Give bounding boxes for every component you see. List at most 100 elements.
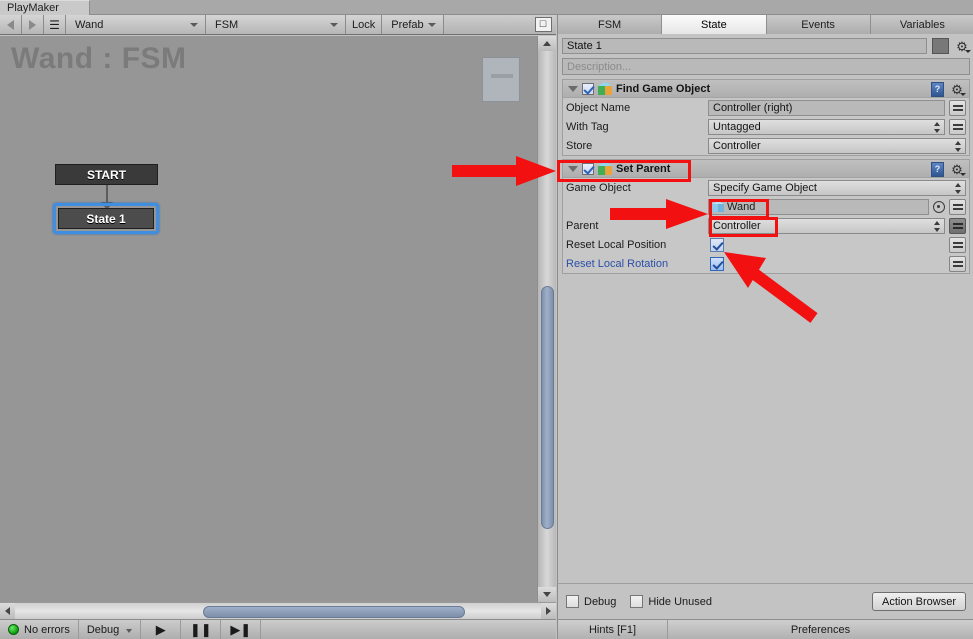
status-bar: No errors Debug ▶ ❚❚ ▶❚ [0,619,556,639]
chevron-down-icon [428,23,437,27]
tab-variables-label: Variables [899,18,945,31]
inspector-body: State 1 ⚙ Description... Find Game Objec… [558,34,973,601]
chevron-down-icon [543,592,551,597]
hints-button[interactable]: Hints [F1] [558,620,668,639]
updown-arrows-icon [933,220,940,232]
parent-dropdown[interactable]: Controller [708,217,945,234]
chevron-down-icon [960,93,966,96]
chevron-right-icon [546,607,551,615]
action-browser-button[interactable]: Action Browser [872,592,966,611]
tab-fsm-label: FSM [598,18,622,31]
hide-unused-checkbox-label: Hide Unused [648,595,713,608]
hide-unused-checkbox[interactable] [630,595,644,608]
chevron-down-icon [126,629,133,633]
variable-menu-button[interactable] [949,99,966,116]
action-row-game-object: Game Object Specify Game Object [563,178,969,197]
gear-icon[interactable]: ⚙ [949,161,966,177]
tab-state[interactable]: State [662,15,767,34]
game-object-dropdown[interactable]: Specify Game Object [708,179,966,196]
action-title: Find Game Object [616,82,711,95]
state-description-input[interactable]: Description... [562,58,970,75]
object-dropdown[interactable]: Wand [66,15,206,34]
action-enabled-checkbox[interactable] [582,162,594,175]
hide-unused-checkbox-group[interactable]: Hide Unused [630,595,712,608]
canvas-vertical-scrollbar[interactable] [537,36,556,602]
debug-checkbox[interactable] [566,595,579,608]
action-header[interactable]: Set Parent ? ⚙ [563,160,969,178]
scroll-up-button[interactable] [538,36,556,51]
foldout-triangle-icon[interactable] [568,165,578,172]
back-button[interactable] [0,15,22,34]
action-row-object-name: Object Name Controller (right) [563,98,969,117]
hamburger-menu-icon: ☰ [49,17,60,32]
game-object-reference-field[interactable]: Wand [708,198,929,215]
chevron-down-icon [960,173,966,176]
variable-menu-button[interactable] [949,255,966,272]
debug-checkbox-group[interactable]: Debug [566,595,616,608]
tab-events-label: Events [801,18,835,31]
help-book-icon[interactable]: ? [931,81,944,97]
inspector-tabs: FSM State Events Variables [558,15,973,34]
fsm-node-state1[interactable]: State 1 [58,208,154,229]
state-name-input[interactable]: State 1 [562,38,927,54]
reset-local-position-checkbox[interactable] [710,237,724,252]
window-layout-icon: ☐ [534,17,552,32]
main-menu-button[interactable]: ☰ [44,15,66,34]
updown-arrows-icon [954,182,961,194]
step-button[interactable]: ▶❚ [221,620,262,639]
chevron-down-icon [190,23,198,27]
gear-icon[interactable]: ⚙ [949,81,966,97]
with-tag-dropdown[interactable]: Untagged [708,118,945,135]
play-button[interactable]: ▶ [141,620,182,639]
lock-button-label: Lock [352,18,376,31]
fsm-node-state1-label: State 1 [86,211,126,226]
window-tab-label: PlayMaker [7,2,59,14]
variable-menu-button[interactable] [949,217,966,234]
action-header[interactable]: Find Game Object ? ⚙ [563,80,969,98]
forward-button[interactable] [22,15,44,34]
variable-menu-button[interactable] [949,198,966,215]
canvas-horizontal-scrollbar[interactable] [0,602,556,619]
state-name-row: State 1 ⚙ [562,38,971,54]
error-status[interactable]: No errors [0,620,79,639]
scroll-right-button[interactable] [541,603,556,619]
lock-button[interactable]: Lock [346,15,383,34]
minimap[interactable] [482,57,520,102]
fsm-graph-canvas[interactable]: Wand : FSM START State 1 [0,36,537,602]
row-label[interactable]: Reset Local Rotation [566,258,704,270]
scroll-down-button[interactable] [538,587,556,602]
preferences-button[interactable]: Preferences [668,620,973,639]
horizontal-scroll-thumb[interactable] [203,606,465,618]
pause-icon: ❚❚ [189,621,212,637]
state-color-swatch[interactable] [932,38,949,54]
object-picker-icon[interactable] [933,200,945,213]
help-book-icon[interactable]: ? [931,161,944,177]
tab-variables[interactable]: Variables [870,15,973,34]
state-inspector-panel: FSM State Events Variables State 1 ⚙ Des… [557,15,973,639]
debug-dropdown[interactable]: Debug [79,620,142,639]
window-tab-playmaker[interactable]: PlayMaker [0,0,90,15]
pause-button[interactable]: ❚❚ [181,620,222,639]
vertical-scroll-thumb[interactable] [541,286,554,529]
layout-button[interactable]: ☐ [530,15,556,34]
reset-local-rotation-checkbox[interactable] [710,256,724,271]
tab-fsm[interactable]: FSM [558,15,663,34]
fsm-node-start-label: START [86,167,127,182]
scroll-left-button[interactable] [0,603,15,619]
chevron-down-icon [965,50,971,53]
row-label: Object Name [566,101,631,114]
variable-menu-button[interactable] [949,236,966,253]
variable-menu-button[interactable] [949,118,966,135]
state-gear-icon[interactable]: ⚙ [954,38,971,54]
tab-events[interactable]: Events [766,15,871,34]
object-name-input[interactable]: Controller (right) [708,99,945,116]
action-enabled-checkbox[interactable] [582,82,594,95]
foldout-triangle-icon[interactable] [568,85,578,92]
hints-button-label: Hints [F1] [588,623,637,636]
minimap-viewport [491,74,513,78]
fsm-graph-title: Wand : FSM [11,42,187,75]
prefab-dropdown[interactable]: Prefab [382,15,445,34]
store-dropdown[interactable]: Controller [708,137,966,154]
fsm-dropdown[interactable]: FSM [206,15,346,34]
fsm-node-start[interactable]: START [55,164,158,185]
